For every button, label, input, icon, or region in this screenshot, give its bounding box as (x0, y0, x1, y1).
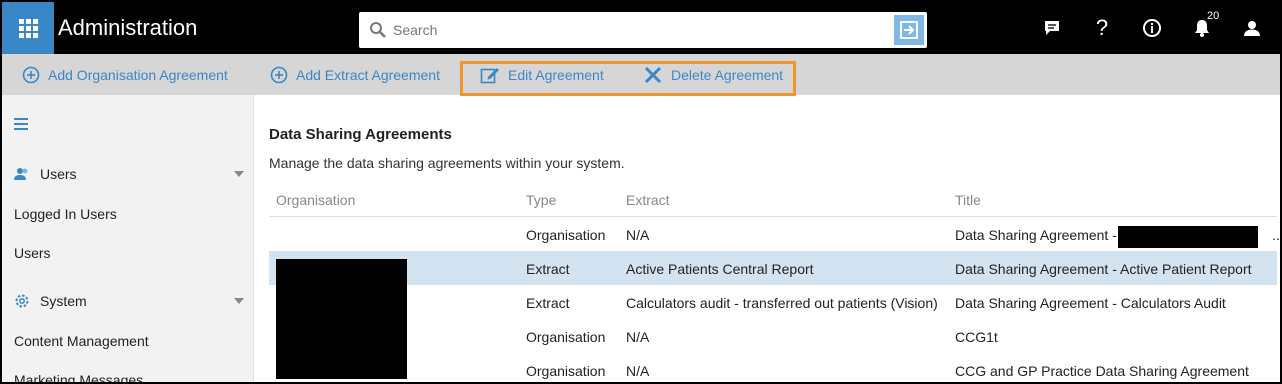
chat-icon (1045, 21, 1059, 35)
redacted-block (276, 259, 407, 379)
table-row-selected[interactable]: Extract Active Patients Central Report D… (269, 251, 1277, 285)
cell-type: Organisation (526, 227, 606, 243)
add-circle-icon (22, 66, 40, 83)
notification-count-badge: 20 (1207, 10, 1220, 22)
submit-arrow-icon (900, 21, 918, 39)
app-window: Administration ? (0, 0, 1282, 384)
search-box (359, 12, 927, 48)
cell-title: CCG and GP Practice Data Sharing Agreeme… (955, 363, 1249, 379)
search-input[interactable] (393, 18, 883, 42)
add-extract-agreement-button[interactable]: Add Extract Agreement (270, 54, 440, 95)
sidebar-item-content-management[interactable]: Content Management (14, 333, 149, 349)
table-row[interactable]: Extract Calculators audit - transferred … (269, 285, 1277, 319)
help-button[interactable]: ? (1090, 15, 1114, 40)
search-icon (370, 22, 386, 38)
chat-button[interactable] (1040, 16, 1064, 40)
add-organisation-agreement-label: Add Organisation Agreement (48, 66, 228, 83)
cell-extract: N/A (626, 329, 650, 345)
cell-title: Data Sharing Agreement - Active Patient … (955, 261, 1252, 277)
chevron-down-icon (234, 171, 244, 177)
table-header-row: Organisation Type Extract Title (269, 182, 1277, 217)
cell-type: Organisation (526, 329, 606, 345)
sidebar-group-label: Users (40, 166, 77, 182)
edit-agreement-label: Edit Agreement (508, 66, 604, 83)
delete-x-icon (644, 66, 662, 83)
cell-extract: N/A (626, 227, 650, 243)
table-row[interactable]: Organisation N/A CCG1t (269, 319, 1277, 353)
info-icon (1143, 19, 1161, 37)
cell-type: Extract (526, 261, 570, 277)
sidebar-group-label: System (40, 293, 87, 309)
cell-extract: Calculators audit - transferred out pati… (626, 295, 938, 311)
sidebar-group-users[interactable]: Users (2, 159, 254, 189)
redacted-block (1118, 226, 1258, 248)
top-header-bar: Administration ? (2, 2, 1280, 54)
sidebar-item-marketing-messages[interactable]: Marketing Messages (14, 372, 143, 382)
page-title: Data Sharing Agreements (269, 126, 452, 143)
search-submit-button[interactable] (894, 15, 924, 45)
sidebar-group-system[interactable]: System (2, 286, 254, 316)
cell-title: CCG1t (955, 329, 998, 345)
apps-icon (18, 18, 38, 38)
cell-extract: N/A (626, 363, 650, 379)
add-extract-agreement-label: Add Extract Agreement (296, 66, 440, 83)
user-menu-button[interactable] (1240, 16, 1264, 40)
app-title: Administration (58, 15, 198, 40)
sidebar: Users Logged In Users Users System Conte… (2, 95, 254, 382)
main-content: Data Sharing Agreements Manage the data … (255, 95, 1280, 382)
cell-title: Data Sharing Agreement - (955, 227, 1117, 243)
cell-title-overflow: .. (1272, 227, 1280, 243)
column-header-type[interactable]: Type (526, 192, 556, 208)
cell-title: Data Sharing Agreement - Calculators Aud… (955, 295, 1226, 311)
delete-agreement-button[interactable]: Delete Agreement (643, 54, 783, 95)
apps-launcher-button[interactable] (2, 2, 54, 54)
help-icon: ? (1095, 15, 1109, 40)
add-circle-icon (270, 66, 288, 83)
hamburger-menu-icon[interactable] (14, 118, 28, 133)
agreements-table: Organisation Type Extract Title Organisa… (269, 182, 1280, 382)
page-description: Manage the data sharing agreements withi… (269, 155, 625, 171)
add-organisation-agreement-button[interactable]: Add Organisation Agreement (22, 54, 228, 95)
cell-type: Extract (526, 295, 570, 311)
chevron-down-icon (234, 298, 244, 304)
edit-icon (480, 67, 499, 83)
user-icon (1244, 21, 1260, 36)
column-header-title[interactable]: Title (955, 192, 981, 208)
column-header-extract[interactable]: Extract (626, 192, 670, 208)
edit-agreement-button[interactable]: Edit Agreement (480, 54, 604, 95)
sidebar-item-logged-in-users[interactable]: Logged In Users (14, 206, 117, 222)
info-button[interactable] (1140, 16, 1164, 40)
delete-agreement-label: Delete Agreement (671, 66, 784, 83)
column-header-organisation[interactable]: Organisation (276, 192, 355, 208)
users-icon (14, 168, 28, 180)
sidebar-item-users[interactable]: Users (14, 245, 51, 261)
action-toolbar: Add Organisation Agreement Add Extract A… (2, 54, 1280, 95)
gear-icon (15, 294, 29, 308)
table-row[interactable]: Organisation N/A CCG and GP Practice Dat… (269, 353, 1277, 382)
cell-extract: Active Patients Central Report (626, 261, 814, 277)
cell-type: Organisation (526, 363, 606, 379)
